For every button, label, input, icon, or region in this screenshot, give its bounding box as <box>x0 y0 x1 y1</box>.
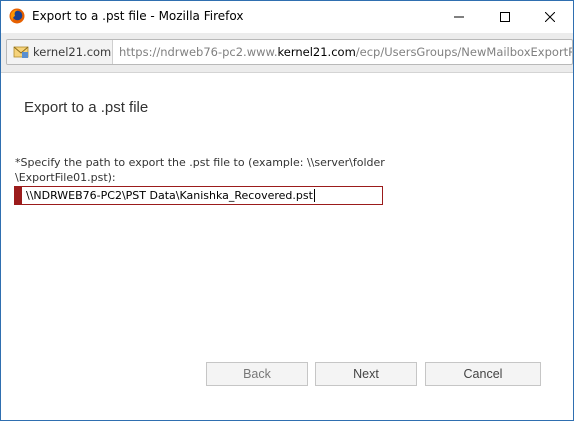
url-domain: kernel21.com <box>277 45 356 59</box>
back-button[interactable]: Back <box>206 362 308 386</box>
maximize-button[interactable] <box>482 1 528 32</box>
window-title: Export to a .pst file - Mozilla Firefox <box>32 9 244 23</box>
site-name: kernel21.com <box>33 45 112 59</box>
url-prefix: https://ndrweb76-pc2.www. <box>119 45 278 59</box>
next-button[interactable]: Next <box>315 362 417 386</box>
close-button[interactable] <box>527 1 573 32</box>
url-suffix: /ecp/UsersGroups/NewMailboxExportR <box>355 45 573 59</box>
required-indicator <box>15 187 22 204</box>
minimize-icon <box>454 16 464 17</box>
title-bar: Export to a .pst file - Mozilla Firefox <box>1 1 573 32</box>
firefox-icon <box>9 8 25 24</box>
site-identity[interactable]: kernel21.com <box>7 40 113 64</box>
page-title: Export to a .pst file <box>24 99 149 116</box>
dialog-content: Export to a .pst file *Specify the path … <box>2 73 573 419</box>
url-text[interactable]: https://ndrweb76-pc2.www.kernel21.com/ec… <box>119 45 573 59</box>
close-icon <box>545 11 555 22</box>
path-label: *Specify the path to export the .pst fil… <box>15 156 385 184</box>
cancel-button[interactable]: Cancel <box>425 362 541 386</box>
mail-site-icon <box>13 46 29 58</box>
text-caret <box>314 189 315 202</box>
minimize-button[interactable] <box>436 1 482 32</box>
address-bar[interactable]: kernel21.com https://ndrweb76-pc2.www.ke… <box>6 39 573 65</box>
path-input[interactable]: \\NDRWEB76-PC2\PST Data\Kanishka_Recover… <box>14 186 383 205</box>
maximize-icon <box>500 11 510 22</box>
navigation-toolbar: kernel21.com https://ndrweb76-pc2.www.ke… <box>1 33 573 73</box>
browser-window: Export to a .pst file - Mozilla Firefox <box>0 0 574 421</box>
path-input-value: \\NDRWEB76-PC2\PST Data\Kanishka_Recover… <box>26 189 313 202</box>
